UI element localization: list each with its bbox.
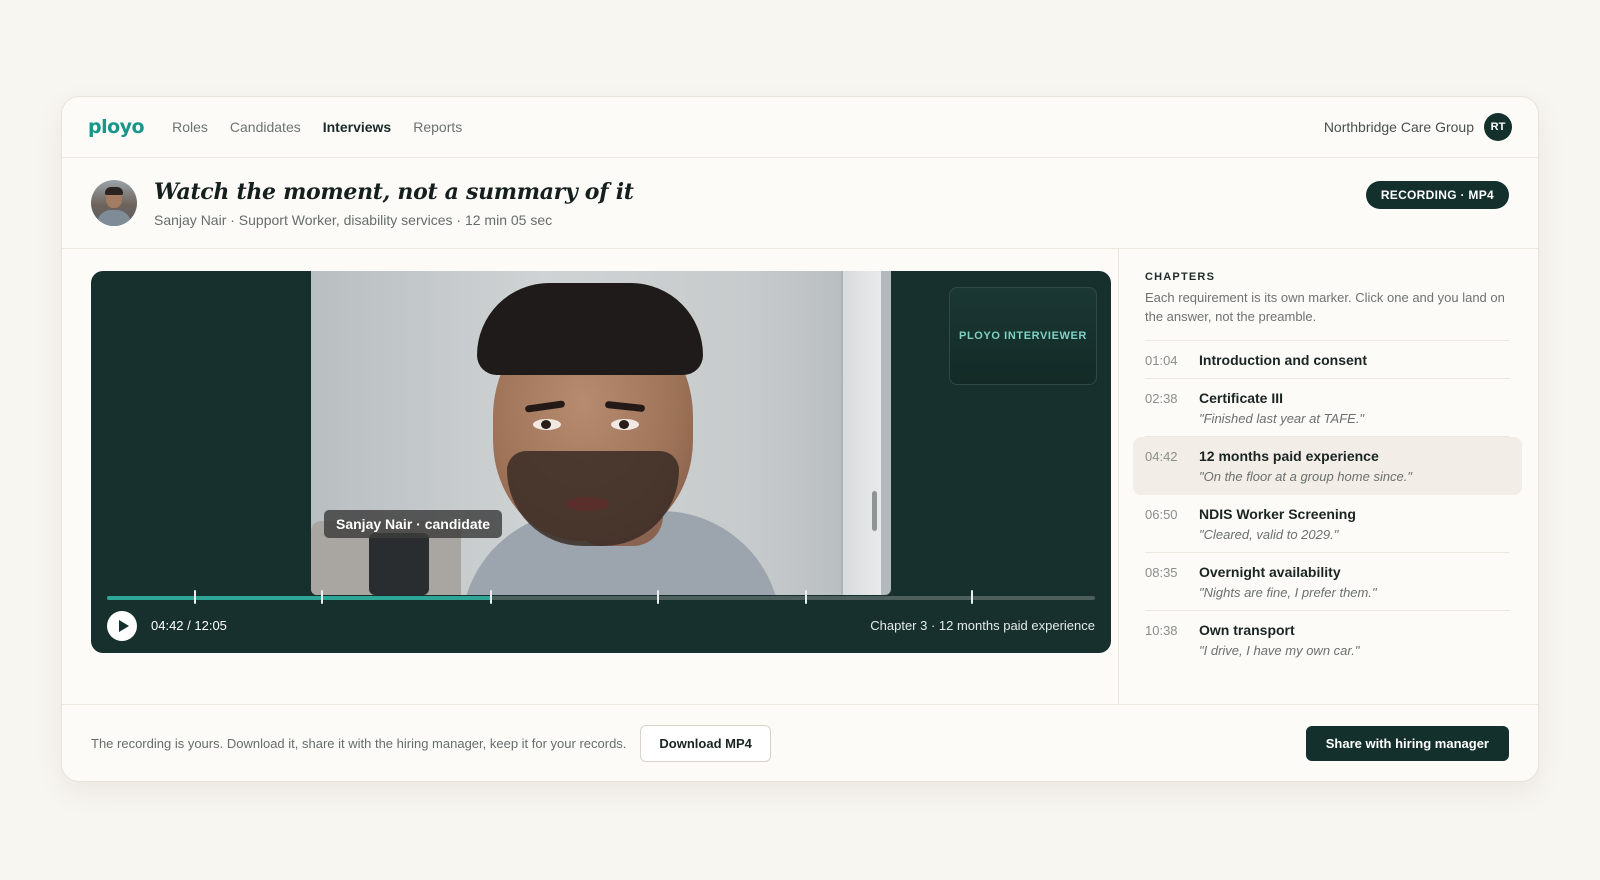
footer-bar: The recording is yours. Download it, sha… — [62, 705, 1538, 781]
chapter-item[interactable]: 02:38 Certificate III "Finished last yea… — [1145, 379, 1510, 437]
progress-fill — [107, 596, 493, 600]
page-header: Watch the moment, not a summary of it Sa… — [62, 158, 1538, 249]
video-player[interactable]: Sanjay Nair · candidate PLOYO INTERVIEWE… — [91, 271, 1111, 653]
interviewer-tile: PLOYO INTERVIEWER — [949, 287, 1097, 385]
player-column: Sanjay Nair · candidate PLOYO INTERVIEWE… — [62, 249, 1119, 704]
chapter-time: 02:38 — [1145, 391, 1178, 406]
chapter-time: 04:42 — [1145, 449, 1178, 464]
page-subtitle: Sanjay Nair · Support Worker, disability… — [154, 211, 553, 228]
share-with-hiring-manager-button[interactable]: Share with hiring manager — [1305, 725, 1509, 761]
nav-link-roles[interactable]: Roles — [172, 119, 208, 135]
chapter-title: Certificate III — [1199, 390, 1284, 406]
chapter-item[interactable]: 01:04 Introduction and consent — [1145, 341, 1510, 379]
play-icon — [118, 620, 129, 632]
main-content: Sanjay Nair · candidate PLOYO INTERVIEWE… — [62, 249, 1538, 705]
time-readout: 04:42 / 12:05 — [151, 618, 227, 633]
chapter-quote: "Finished last year at TAFE." — [1199, 411, 1365, 426]
chapter-quote: "Cleared, valid to 2029." — [1199, 527, 1339, 542]
chapters-description: Each requirement is its own marker. Clic… — [1145, 288, 1510, 341]
download-mp4-button[interactable]: Download MP4 — [640, 724, 771, 762]
chapter-item-active[interactable]: 04:42 12 months paid experience "On the … — [1133, 437, 1522, 495]
footer-note: The recording is yours. Download it, sha… — [91, 735, 627, 751]
chapter-item[interactable]: 08:35 Overnight availability "Nights are… — [1145, 553, 1510, 611]
chapter-title: Introduction and consent — [1199, 352, 1367, 368]
chapter-marker-6[interactable] — [971, 590, 974, 604]
chapter-quote: "Nights are fine, I prefer them." — [1199, 585, 1377, 600]
chapters-heading: CHAPTERS — [1145, 271, 1216, 283]
interviewer-label: PLOYO INTERVIEWER — [959, 330, 1087, 342]
chapter-marker-4[interactable] — [657, 590, 660, 604]
chapters-panel: CHAPTERS Each requirement is its own mar… — [1119, 249, 1538, 704]
candidate-video[interactable] — [311, 271, 891, 595]
chapter-time: 10:38 — [1145, 623, 1178, 638]
chapter-time: 01:04 — [1145, 353, 1178, 368]
chapter-title: Overnight availability — [1199, 564, 1341, 580]
candidate-avatar — [91, 180, 137, 226]
chapter-title: NDIS Worker Screening — [1199, 506, 1356, 522]
nav-link-reports[interactable]: Reports — [413, 119, 462, 135]
recording-card: ployo Roles Candidates Interviews Report… — [61, 96, 1539, 782]
candidate-name-tag: Sanjay Nair · candidate — [324, 510, 503, 538]
play-button[interactable] — [107, 611, 137, 641]
page-title: Watch the moment, not a summary of it — [154, 178, 634, 205]
org-name[interactable]: Northbridge Care Group — [1324, 119, 1474, 135]
chapter-list: 01:04 Introduction and consent 02:38 Cer… — [1133, 341, 1522, 668]
chapter-time: 08:35 — [1145, 565, 1178, 580]
chapter-quote: "On the floor at a group home since." — [1199, 469, 1413, 484]
nav-link-candidates[interactable]: Candidates — [230, 119, 301, 135]
chapter-title: Own transport — [1199, 622, 1295, 638]
recording-format-badge: RECORDING · MP4 — [1365, 181, 1509, 209]
chapter-quote: "I drive, I have my own car." — [1199, 643, 1360, 658]
current-chapter-readout: Chapter 3 · 12 months paid experience — [870, 618, 1095, 633]
top-nav: ployo Roles Candidates Interviews Report… — [62, 97, 1538, 158]
nav-link-interviews[interactable]: Interviews — [323, 119, 391, 135]
ployo-logo[interactable]: ployo — [88, 116, 145, 138]
chapter-time: 06:50 — [1145, 507, 1178, 522]
chapter-title: 12 months paid experience — [1199, 448, 1379, 464]
chapter-item[interactable]: 10:38 Own transport "I drive, I have my … — [1145, 611, 1510, 668]
progress-timeline[interactable] — [107, 590, 1095, 604]
account-area: Northbridge Care Group RT — [1324, 113, 1512, 141]
user-avatar[interactable]: RT — [1484, 113, 1512, 141]
chapter-marker-1[interactable] — [193, 590, 196, 604]
chapter-item[interactable]: 06:50 NDIS Worker Screening "Cleared, va… — [1145, 495, 1510, 553]
chapter-marker-5[interactable] — [804, 590, 807, 604]
